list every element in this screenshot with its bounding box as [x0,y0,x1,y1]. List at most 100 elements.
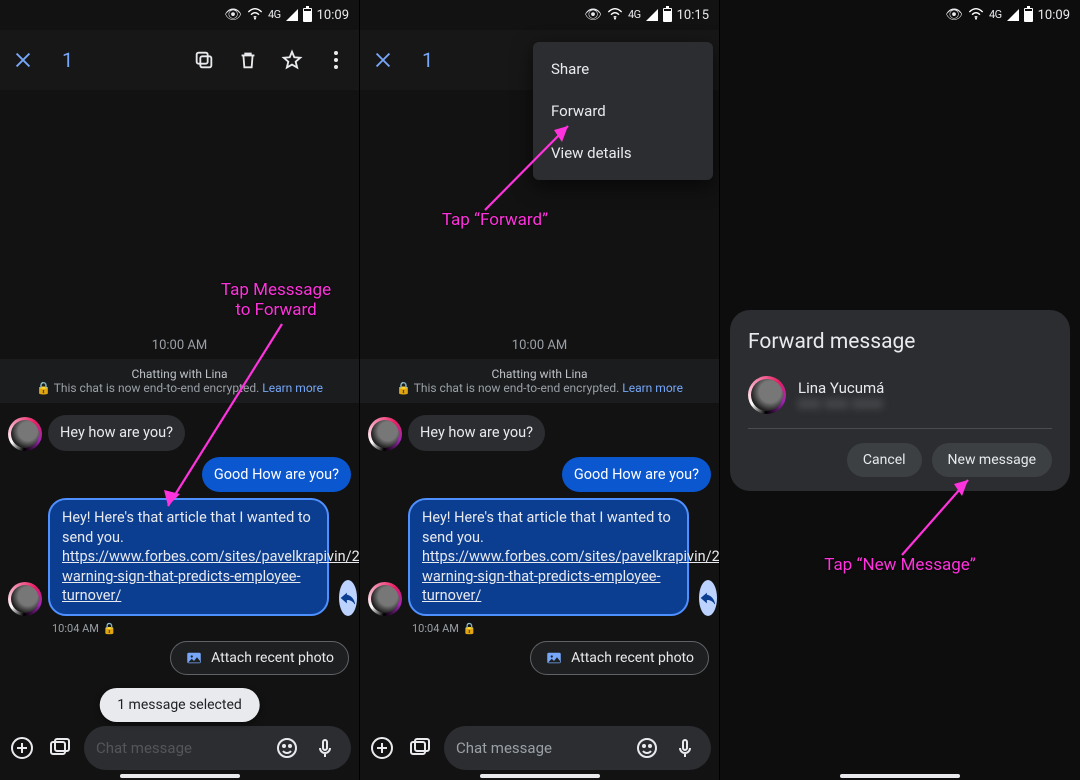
network-label: 4G [268,8,281,21]
selection-action-bar: 1 [0,30,359,90]
star-icon[interactable] [281,49,303,71]
avatar [8,582,42,616]
network-label: 4G [989,8,1002,21]
screenshot-1: 👁 4G 10:09 1 10:00 AM Chatting with Lina… [0,0,360,780]
msg-text: Hey! Here's that article that I wanted t… [62,509,311,546]
status-bar: 👁 4G 10:09 [0,0,359,30]
overflow-menu: Share Forward View details [533,42,713,180]
wifi-icon [247,8,263,23]
info-title: Chatting with Lina [370,367,709,381]
bubble: Hey how are you? [48,415,185,451]
home-indicator[interactable] [480,774,600,778]
message-in-2-selected[interactable]: Hey! Here's that article that I wanted t… [8,498,351,616]
cancel-button[interactable]: Cancel [847,443,922,477]
day-stamp: 10:00 AM [0,326,359,359]
wifi-icon [607,8,623,23]
reply-button[interactable] [339,580,357,616]
attach-photo-chip[interactable]: Attach recent photo [170,641,349,675]
eye-icon: 👁 [945,8,963,22]
message-out-1[interactable]: Good How are you? [8,457,351,493]
screenshot-3: 👁 4G 10:09 Forward message Lina Yucumá 0… [720,0,1080,780]
compose-input[interactable]: Chat message [84,726,351,770]
clock: 10:09 [317,8,349,23]
gallery-icon[interactable] [406,734,434,762]
status-bar: 👁 4G 10:15 [360,0,719,30]
msg-link[interactable]: https://www.forbes.com/sites/pavelkrapiv… [62,548,360,604]
avatar [748,376,786,414]
emoji-icon[interactable] [273,734,301,762]
clock: 10:09 [1038,8,1070,23]
reply-button[interactable] [699,580,717,616]
bubble: Good How are you? [202,457,351,493]
msg-text: Hey! Here's that article that I wanted t… [422,509,671,546]
wifi-icon [968,8,984,23]
message-time: 10:04 AM🔒 [52,622,351,635]
day-stamp: 10:00 AM [360,326,719,359]
msg-link[interactable]: https://www.forbes.com/sites/pavelkrapiv… [422,548,720,604]
mic-icon[interactable] [311,734,339,762]
delete-icon[interactable] [237,49,259,71]
chip-label: Attach recent photo [571,650,694,666]
compose-placeholder: Chat message [456,739,552,757]
plus-icon[interactable] [8,734,36,762]
battery-icon [663,8,672,22]
annotation-3: Tap “New Message” [790,555,1010,575]
new-message-button[interactable]: New message [932,443,1052,477]
signal-icon [286,9,298,21]
plus-icon[interactable] [368,734,396,762]
close-icon[interactable] [12,49,34,71]
message-in-2-selected[interactable]: Hey! Here's that article that I wanted t… [368,498,711,616]
menu-view-details[interactable]: View details [533,132,713,174]
composer: Chat message [0,726,359,770]
learn-more-link[interactable]: Learn more [622,381,683,395]
clock: 10:15 [677,8,709,23]
gallery-icon[interactable] [46,734,74,762]
message-out-1[interactable]: Good How are you? [368,457,711,493]
encryption-info: Chatting with Lina 🔒 This chat is now en… [0,359,359,403]
message-time: 10:04 AM🔒 [412,622,711,635]
close-icon[interactable] [372,49,394,71]
contact-row[interactable]: Lina Yucumá 000 000 0000 [748,370,1052,429]
info-title: Chatting with Lina [10,367,349,381]
avatar [8,417,42,451]
menu-forward[interactable]: Forward [533,90,713,132]
chat-area: 10:00 AM Chatting with Lina 🔒 This chat … [0,90,359,780]
message-in-1[interactable]: Hey how are you? [8,415,351,451]
compose-placeholder: Chat message [96,739,192,757]
signal-icon [1007,9,1019,21]
avatar [368,582,402,616]
home-indicator[interactable] [840,774,960,778]
bubble: Hey how are you? [408,415,545,451]
learn-more-link[interactable]: Learn more [262,381,323,395]
attach-photo-chip[interactable]: Attach recent photo [530,641,709,675]
contact-name: Lina Yucumá [798,379,884,397]
info-sub: This chat is now end-to-end encrypted. [54,381,263,395]
bubble: Hey! Here's that article that I wanted t… [48,498,329,616]
battery-icon [303,8,312,22]
battery-icon [1024,8,1033,22]
copy-icon[interactable] [193,49,215,71]
toast: 1 message selected [99,688,260,722]
eye-icon: 👁 [224,8,242,22]
screenshot-2: 👁 4G 10:15 1 Share Forward View details … [360,0,720,780]
dialog-title: Forward message [748,330,1052,354]
status-bar: 👁 4G 10:09 [720,0,1080,30]
lock-icon: 🔒 [463,622,477,635]
lock-icon: 🔒 [103,622,117,635]
mic-icon[interactable] [671,734,699,762]
encryption-info: Chatting with Lina 🔒 This chat is now en… [360,359,719,403]
compose-input[interactable]: Chat message [444,726,711,770]
message-in-1[interactable]: Hey how are you? [368,415,711,451]
forward-dialog: Forward message Lina Yucumá 000 000 0000… [730,310,1070,491]
eye-icon: 👁 [584,8,602,22]
chip-label: Attach recent photo [211,650,334,666]
contact-number-redacted: 000 000 0000 [798,397,884,411]
overflow-icon[interactable] [325,49,347,71]
emoji-icon[interactable] [633,734,661,762]
selection-count: 1 [422,48,433,72]
menu-share[interactable]: Share [533,48,713,90]
chat-area: 10:00 AM Chatting with Lina 🔒 This chat … [360,90,719,780]
home-indicator[interactable] [120,774,240,778]
bubble: Good How are you? [562,457,711,493]
bubble: Hey! Here's that article that I wanted t… [408,498,689,616]
